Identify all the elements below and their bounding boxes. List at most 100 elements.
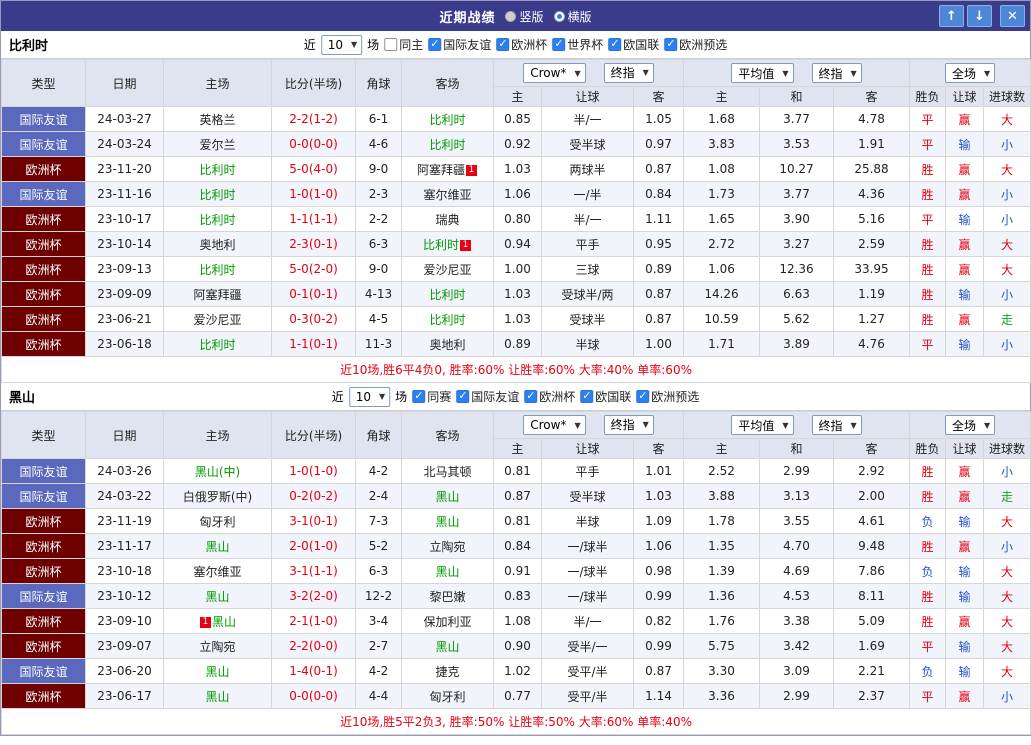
home-team: 比利时 (163, 206, 272, 232)
away-team: 保加利亚 (401, 608, 494, 634)
odds-handicap: 一/球半 (541, 583, 634, 609)
section-summary: 近10场,胜5平2负3, 胜率:50% 让胜率:50% 大率:60% 单率:40… (0, 708, 1031, 735)
odds-handicap: 半/一 (541, 206, 634, 232)
odds-stage-select-value: 终指 (610, 418, 635, 433)
match-row: 欧洲杯 23-11-17 黑山 2-0(1-0) 5-2 立陶宛 0.84 一/球半 1.06 1… (1, 533, 1031, 559)
col-header-score: 比分(半场) (271, 59, 356, 107)
team-label: 比利时 (199, 187, 236, 202)
odds-handicap: 半球 (541, 331, 634, 357)
scroll-up-button[interactable]: ↑ (939, 5, 964, 27)
filter-option-label: 欧洲杯 (539, 390, 576, 404)
result-outcome: 胜 (909, 181, 947, 207)
avg-provider-select[interactable]: 平均值 ▼ (731, 63, 794, 83)
avg-draw: 3.42 (759, 633, 834, 659)
recent-count-select[interactable]: 10 ▼ (320, 34, 363, 55)
away-team: 黑山 (401, 633, 494, 659)
filter-option: 国际友谊 (428, 36, 491, 53)
avg-home: 2.72 (683, 231, 760, 257)
avg-stage-select-value: 终指 (818, 418, 843, 433)
match-date: 23-11-17 (85, 533, 164, 559)
filter-option: 欧洲预选 (636, 388, 699, 405)
avg-provider-select-value: 平均值 (738, 418, 775, 433)
team-label: 黑山(中) (194, 464, 241, 479)
team-label: 阿塞拜疆 (193, 287, 242, 302)
team-label: 比利时 (422, 237, 459, 252)
match-type-badge: 欧洲杯 (1, 533, 86, 559)
odds-provider-select[interactable]: Crow* ▼ (523, 63, 586, 84)
filter-option-label: 欧国联 (623, 38, 660, 52)
filter-checkbox[interactable] (580, 389, 594, 403)
sub-header: 客 (832, 86, 911, 107)
filter-checkbox[interactable] (456, 389, 470, 403)
result-handicap: 输 (945, 508, 985, 534)
sub-header: 客 (633, 86, 684, 107)
filter-checkbox[interactable] (496, 37, 510, 51)
layout-radio-vertical[interactable]: 竖版 (505, 8, 544, 25)
chevron-down-icon: ▼ (351, 40, 358, 49)
red-card-icon: 1 (466, 164, 477, 176)
result-outcome: 平 (909, 131, 947, 157)
radio-circle-icon (505, 10, 517, 22)
filter-checkbox[interactable] (636, 389, 650, 403)
scope-select[interactable]: 全场 ▼ (944, 415, 996, 435)
match-score: 1-0(1-0) (271, 458, 356, 484)
avg-draw: 3.89 (759, 331, 834, 357)
recent-results-dialog: 近期战绩 竖版 横版 ↑ ↓ ✕ 比利时近10▼场同主国际友谊欧洲杯世界杯欧国联… (0, 0, 1031, 736)
filter-checkbox[interactable] (412, 389, 426, 403)
recent-count-select[interactable]: 10 ▼ (348, 386, 391, 407)
avg-home: 14.26 (683, 281, 760, 307)
match-score: 2-0(1-0) (271, 533, 356, 559)
filter-option-label: 欧国联 (595, 390, 632, 404)
layout-radio-horizontal[interactable]: 横版 (553, 8, 592, 25)
filter-checkbox[interactable] (608, 37, 622, 51)
odds-handicap: 一/球半 (541, 533, 634, 559)
close-button[interactable]: ✕ (1000, 5, 1025, 27)
odds-provider-select[interactable]: Crow* ▼ (523, 415, 586, 436)
title-group: 近期战绩 竖版 横版 (439, 7, 591, 26)
sub-header: 和 (759, 438, 834, 459)
col-header-away: 客场 (401, 411, 494, 459)
avg-away: 5.09 (832, 608, 911, 634)
col-header-score: 比分(半场) (271, 411, 356, 459)
corner-score: 11-3 (355, 331, 402, 357)
filter-checkbox[interactable] (664, 37, 678, 51)
odds-handicap: 受平/半 (541, 683, 634, 709)
match-date: 24-03-26 (85, 458, 164, 484)
recent-count-select-value: 10 (355, 389, 372, 404)
match-row: 欧洲杯 23-11-20 比利时 5-0(4-0) 9-0 阿塞拜疆 1 1.03 两球半 0.8… (1, 156, 1031, 182)
match-row: 欧洲杯 23-09-13 比利时 5-0(2-0) 9-0 爱沙尼亚 1.00 三球 0.89 1… (1, 256, 1031, 282)
matches-label: 场 (367, 38, 380, 52)
sub-header: 进球数 (983, 438, 1031, 459)
odds-home: 1.03 (493, 156, 542, 182)
filter-checkbox[interactable] (428, 37, 442, 51)
scope-select[interactable]: 全场 ▼ (944, 63, 996, 83)
result-goals: 大 (983, 508, 1031, 534)
corner-score: 4-4 (355, 683, 402, 709)
odds-provider-select-value: Crow* (530, 418, 567, 433)
match-type-badge: 欧洲杯 (1, 156, 86, 182)
avg-away: 4.78 (832, 106, 911, 132)
chevron-down-icon: ▼ (983, 68, 991, 78)
filter-checkbox[interactable] (552, 37, 566, 51)
filter-checkbox[interactable] (384, 38, 398, 51)
result-outcome: 负 (909, 658, 947, 684)
match-date: 23-11-19 (85, 508, 164, 534)
chevron-down-icon: ▼ (379, 392, 386, 401)
match-row: 欧洲杯 23-11-19 匈牙利 3-1(0-1) 7-3 黑山 0.81 半球 1.09 1.7… (1, 508, 1031, 534)
corner-score: 4-5 (355, 306, 402, 332)
scroll-down-button[interactable]: ↓ (967, 5, 992, 27)
team-label: 北马其顿 (423, 464, 472, 479)
home-team: 比利时 (163, 256, 272, 282)
avg-provider-select[interactable]: 平均值 ▼ (731, 415, 794, 435)
avg-stage-select[interactable]: 终指 ▼ (811, 415, 862, 435)
odds-stage-select[interactable]: 终指 ▼ (603, 414, 654, 435)
match-row: 欧洲杯 23-09-09 阿塞拜疆 0-1(0-1) 4-13 比利时 1.03 受球半/两 0… (1, 281, 1031, 307)
filter-checkbox[interactable] (524, 389, 538, 403)
result-outcome: 平 (909, 683, 947, 709)
corner-score: 4-2 (355, 658, 402, 684)
odds-stage-select[interactable]: 终指 ▼ (603, 62, 654, 83)
match-score: 1-0(1-0) (271, 181, 356, 207)
result-outcome: 胜 (909, 231, 947, 257)
avg-stage-select[interactable]: 终指 ▼ (811, 63, 862, 83)
away-team: 捷克 (401, 658, 494, 684)
